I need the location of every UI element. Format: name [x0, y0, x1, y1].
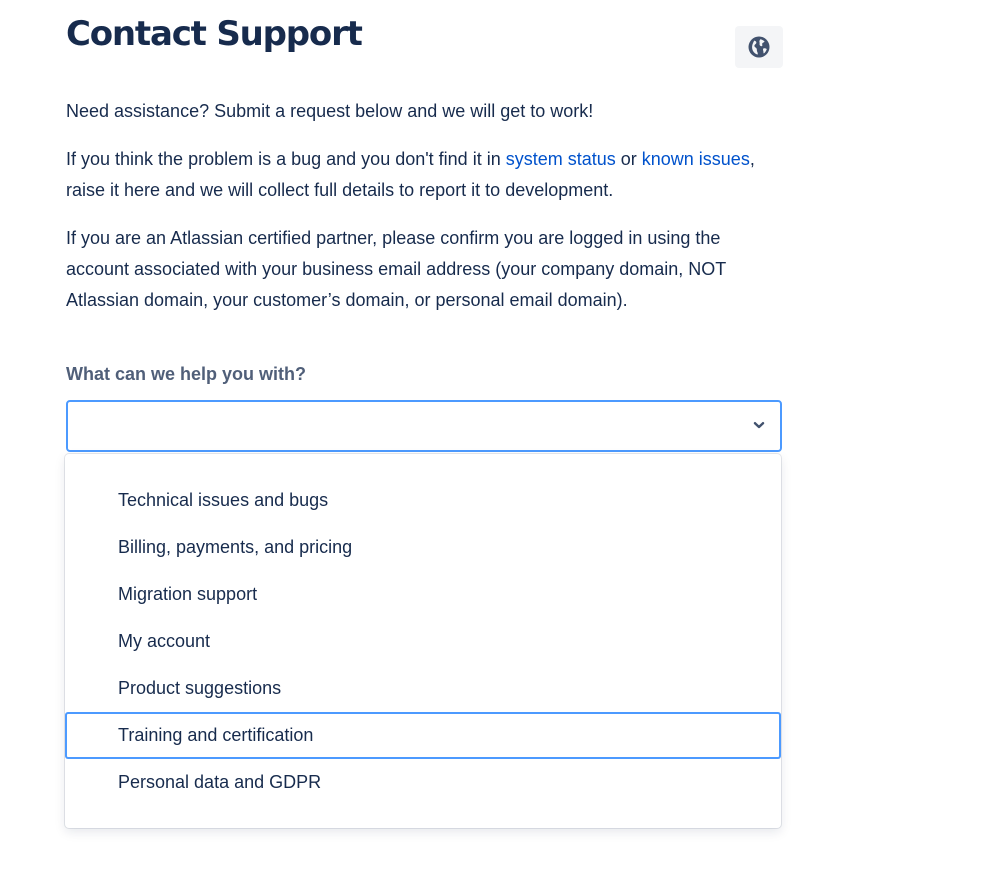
system-status-link[interactable]: system status	[506, 149, 616, 169]
option-migration-support[interactable]: Migration support	[65, 571, 781, 618]
help-topic-select[interactable]	[66, 400, 782, 452]
help-topic-label: What can we help you with?	[66, 364, 307, 384]
intro-paragraph-bug: If you think the problem is a bug and yo…	[66, 144, 766, 206]
intro-text: Need assistance? Submit a request below …	[66, 96, 766, 333]
known-issues-link[interactable]: known issues	[642, 149, 750, 169]
option-training-certification[interactable]: Training and certification	[65, 712, 781, 759]
option-personal-data-gdpr[interactable]: Personal data and GDPR	[65, 759, 781, 806]
option-product-suggestions[interactable]: Product suggestions	[65, 665, 781, 712]
intro-bug-text-start: If you think the problem is a bug and yo…	[66, 149, 506, 169]
intro-paragraph-partner: If you are an Atlassian certified partne…	[66, 228, 726, 310]
chevron-down-icon	[752, 418, 766, 437]
help-topic-menu: Technical issues and bugs Billing, payme…	[65, 454, 781, 828]
intro-bug-text-middle: or	[615, 149, 642, 169]
option-billing[interactable]: Billing, payments, and pricing	[65, 524, 781, 571]
globe-icon	[747, 35, 771, 59]
option-my-account[interactable]: My account	[65, 618, 781, 665]
language-button[interactable]	[735, 26, 783, 68]
intro-paragraph-assistance: Need assistance? Submit a request below …	[66, 101, 594, 121]
help-topic-options: Technical issues and bugs Billing, payme…	[65, 454, 781, 806]
option-technical-issues[interactable]: Technical issues and bugs	[65, 477, 781, 524]
page-title: Contact Support	[66, 14, 363, 54]
